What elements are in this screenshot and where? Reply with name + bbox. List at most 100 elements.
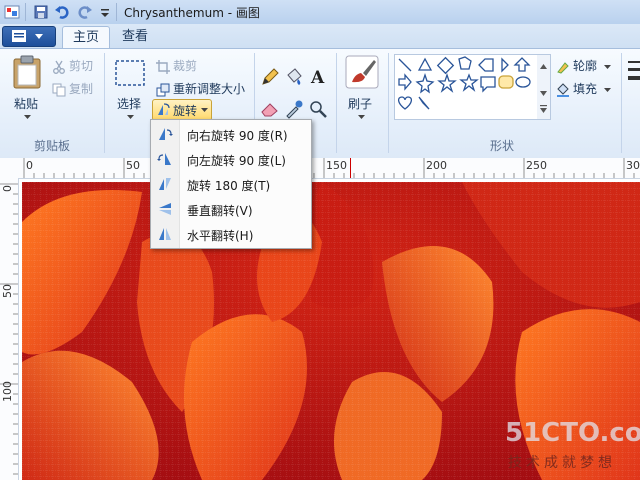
group-divider	[336, 53, 337, 153]
menu-item-flip-horizontal[interactable]: 水平翻转(H)	[151, 222, 311, 247]
fill-bucket-icon[interactable]	[284, 67, 304, 87]
application-menu-button[interactable]	[2, 26, 56, 47]
copy-icon	[52, 83, 66, 96]
ruler-label: 150	[326, 159, 347, 172]
six-point-star-icon	[459, 73, 479, 92]
rotate-left-icon	[157, 153, 171, 165]
scroll-arrows-icon	[540, 64, 547, 113]
flip-horizontal-icon	[159, 228, 171, 240]
rotate-right-icon	[159, 128, 173, 140]
rect-callout-icon	[480, 76, 496, 93]
resize-icon	[156, 83, 170, 96]
chevron-down-icon	[35, 34, 43, 39]
chevron-down-icon	[603, 87, 611, 92]
copy-label: 复制	[69, 82, 94, 96]
clipboard-group-label: 剪贴板	[34, 139, 71, 153]
triangle-shape-icon	[417, 57, 433, 71]
arrow-right-shape-icon	[478, 58, 494, 72]
ruler-label: 250	[526, 159, 547, 172]
resize-button[interactable]: 重新调整大小	[156, 80, 245, 97]
ruler-label: 0	[1, 185, 14, 192]
ruler-label: 300	[626, 159, 640, 172]
shapes-gallery-grid	[397, 56, 531, 110]
horizontal-ruler: 0 50 100 150 200 250 300	[0, 158, 640, 179]
selection-rectangle-icon	[115, 60, 145, 86]
shapes-gallery-scroll[interactable]	[537, 54, 551, 120]
ruler-label: 50	[1, 284, 14, 298]
brushes-label: 刷子	[348, 97, 373, 111]
shapes-group-label: 形状	[490, 139, 515, 153]
chevron-down-icon	[603, 64, 611, 69]
select-button[interactable]: 选择	[110, 55, 150, 125]
title-bar: Chrysanthemum - 画图	[0, 0, 640, 25]
ruler-label: 200	[426, 159, 447, 172]
tab-view[interactable]: 查看	[112, 26, 158, 48]
ruler-label: 50	[126, 159, 140, 172]
rounded-callout-icon	[498, 75, 514, 89]
four-point-star-icon	[415, 72, 435, 94]
cut-label: 剪切	[69, 59, 94, 73]
ribbon-panel: 粘贴 剪切 复制 剪贴板 选择 裁剪 重新调整大小 旋转 A 刷子 形状 轮廓 …	[0, 48, 640, 160]
chevron-down-icon	[127, 115, 134, 119]
scissors-icon	[53, 60, 65, 74]
shapes-gallery[interactable]	[394, 54, 539, 120]
outline-brush-icon	[557, 61, 569, 74]
crop-button[interactable]: 裁剪	[156, 57, 197, 74]
menu-item-label: 水平翻转(H)	[187, 229, 254, 243]
menu-item-rotate-180[interactable]: 旋转 180 度(T)	[151, 172, 311, 197]
fill-button[interactable]: 填充	[556, 80, 611, 97]
pencil-icon[interactable]	[260, 67, 280, 87]
paint-app-icon[interactable]	[4, 4, 20, 20]
menu-item-flip-vertical[interactable]: 垂直翻转(V)	[151, 197, 311, 222]
rotate-label: 旋转	[173, 104, 198, 118]
text-icon[interactable]: A	[308, 66, 328, 86]
rotate-dropdown-menu: 向右旋转 90 度(R) 向左旋转 90 度(L) 旋转 180 度(T) 垂直…	[150, 119, 312, 249]
outline-label: 轮廓	[573, 59, 598, 73]
menu-item-label: 向右旋转 90 度(R)	[187, 129, 288, 143]
oval-callout-icon	[515, 76, 531, 88]
flip-vertical-icon	[159, 203, 171, 215]
pentagon-shape-icon	[458, 56, 472, 70]
crop-icon	[156, 59, 170, 74]
group-divider	[621, 53, 622, 153]
group-divider	[104, 53, 105, 153]
brush-icon	[345, 55, 379, 89]
heart-shape-icon	[397, 96, 413, 110]
fill-label: 填充	[573, 82, 598, 96]
menu-item-label: 旋转 180 度(T)	[187, 179, 271, 193]
rotate-180-icon	[159, 178, 171, 190]
resize-label: 重新调整大小	[173, 82, 246, 96]
rotate-icon	[158, 103, 170, 115]
ruler-label: 100	[1, 381, 14, 402]
size-lines-icon[interactable]	[627, 59, 640, 87]
paste-button[interactable]: 粘贴	[8, 55, 46, 125]
redo-icon[interactable]	[77, 4, 93, 20]
brushes-button[interactable]: 刷子	[342, 55, 382, 125]
watermark-slogan: 技术成就梦想	[508, 455, 616, 471]
vertical-ruler: 0 50 100	[0, 178, 19, 480]
menu-item-rotate-right-90[interactable]: 向右旋转 90 度(R)	[151, 122, 311, 147]
rotate-button[interactable]: 旋转	[152, 99, 212, 121]
magnifier-icon[interactable]	[308, 99, 328, 119]
menu-item-label: 向左旋转 90 度(L)	[187, 154, 286, 168]
menu-item-rotate-left-90[interactable]: 向左旋转 90 度(L)	[151, 147, 311, 172]
menu-icon	[12, 30, 26, 42]
arrow-up-shape-icon	[513, 57, 531, 72]
clipboard-icon	[13, 55, 41, 89]
vertical-ruler-ticks	[0, 183, 18, 475]
group-divider	[388, 53, 389, 153]
tab-home[interactable]: 主页	[62, 26, 111, 49]
color-picker-icon[interactable]	[284, 99, 304, 119]
crop-label: 裁剪	[173, 59, 198, 73]
window-title: Chrysanthemum - 画图	[124, 6, 260, 20]
undo-icon[interactable]	[54, 4, 70, 20]
menu-item-label: 垂直翻转(V)	[187, 204, 253, 218]
watermark-site: 51CTO.com	[505, 418, 640, 448]
customize-toolbar-icon[interactable]	[97, 4, 113, 20]
cut-button[interactable]: 剪切	[52, 57, 93, 74]
copy-button[interactable]: 复制	[52, 80, 93, 97]
select-label: 选择	[117, 97, 142, 111]
outline-button[interactable]: 轮廓	[556, 57, 611, 74]
save-icon[interactable]	[33, 4, 49, 20]
eraser-icon[interactable]	[260, 99, 280, 119]
